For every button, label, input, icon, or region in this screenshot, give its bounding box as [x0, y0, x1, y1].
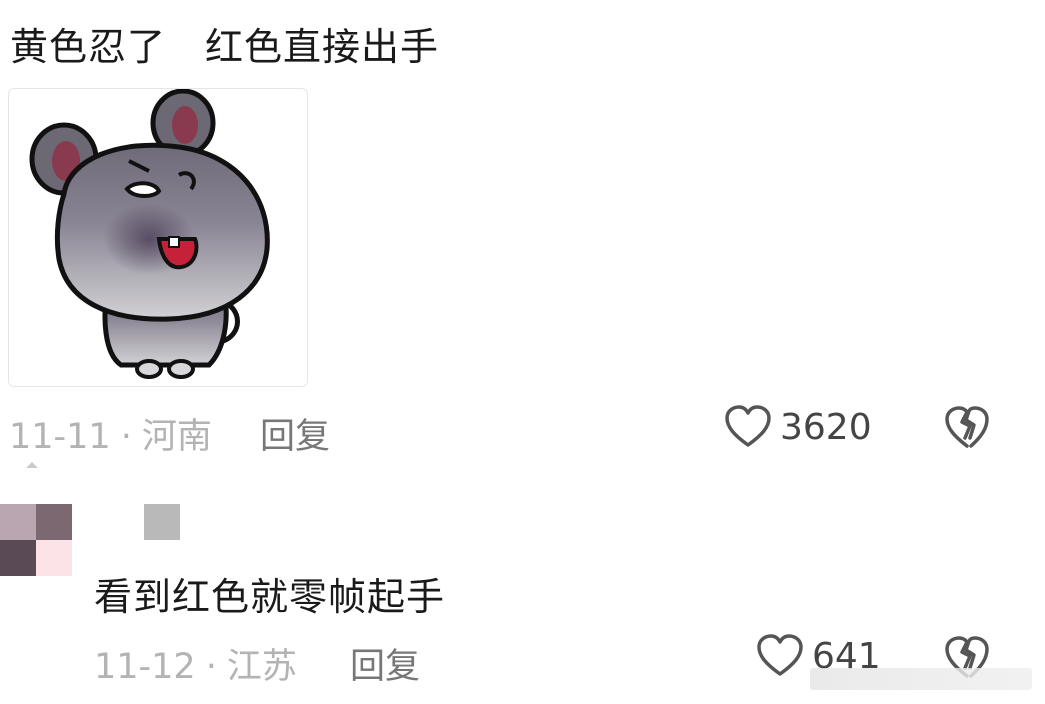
- avatar[interactable]: [0, 504, 72, 576]
- separator-dot: ·: [205, 647, 217, 687]
- heart-outline-icon: [725, 405, 771, 447]
- like-button[interactable]: 3620: [724, 405, 872, 449]
- heart-outline-icon: [757, 634, 803, 676]
- comment-location: 江苏: [226, 647, 297, 687]
- comment-text: 黄色忍了 红色直接出手: [10, 25, 440, 69]
- reply-button[interactable]: 回复: [350, 638, 420, 689]
- collapse-indicator: [26, 462, 38, 468]
- comment-meta: 11-12 · 江苏: [94, 638, 297, 689]
- like-count: 3620: [780, 406, 872, 448]
- username-redacted[interactable]: [144, 504, 180, 540]
- comment-date: 11-11: [9, 417, 111, 457]
- broken-heart-icon: [945, 406, 989, 448]
- comment-text: 看到红色就零帧起手: [94, 575, 446, 619]
- comment-location: 河南: [141, 417, 212, 457]
- separator-dot: ·: [120, 417, 132, 457]
- comment-meta: 11-11 · 河南: [9, 408, 212, 459]
- watermark-overlay: [810, 668, 1032, 690]
- mouse-sticker-illustration: [29, 89, 270, 379]
- comment-date: 11-12: [94, 647, 196, 687]
- sticker-image[interactable]: [8, 88, 308, 387]
- reply-button[interactable]: 回复: [260, 408, 330, 459]
- dislike-button[interactable]: [944, 406, 990, 454]
